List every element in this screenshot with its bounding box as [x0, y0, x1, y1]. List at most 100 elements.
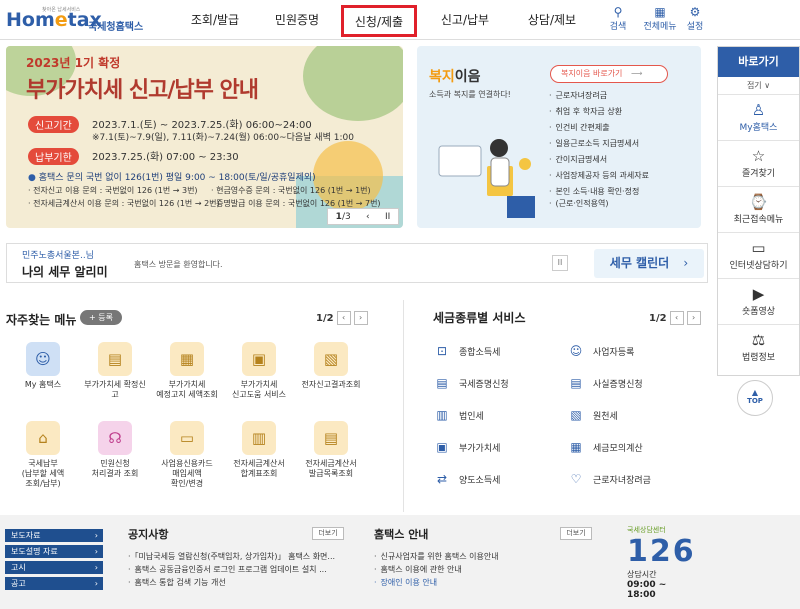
- welfare-subtitle: 소득과 복지를 연결하다!: [429, 90, 511, 99]
- quick-item-efile-result[interactable]: ▧ 전자신고결과조회: [294, 342, 368, 390]
- sidebar-item-favorites[interactable]: ☆ 즐겨찾기: [718, 141, 799, 187]
- notice-item[interactable]: 「미납국세등 열람신청(주택임차, 상가임차)」 홈택스 화면...: [128, 550, 336, 563]
- welfare-item[interactable]: 근로자녀장려금: [549, 88, 649, 104]
- quick-item-tax-pay[interactable]: ⌂ 국세납부 (납부할 세액 조회/납부): [6, 421, 80, 489]
- tax-pager: 1/2 ‹ ›: [649, 311, 701, 325]
- prev-icon[interactable]: ‹: [669, 311, 684, 325]
- tax-item-vat[interactable]: ▣ 부가가치세: [433, 439, 500, 455]
- card-icon: ▭: [170, 421, 204, 455]
- nav-consult[interactable]: 상담/제보: [517, 0, 587, 40]
- pager-count: 1/3: [335, 211, 351, 222]
- next-icon[interactable]: ›: [686, 311, 701, 325]
- pause-icon[interactable]: II: [552, 255, 568, 271]
- tax-calendar-button[interactable]: 세무 캘린더 ›: [594, 249, 704, 278]
- notices-more-button[interactable]: 더보기: [312, 527, 344, 540]
- sidebar-item-recent[interactable]: ⌚ 최근접속메뉴: [718, 187, 799, 233]
- sidebar-item-my-hometax[interactable]: ♙ My홈택스: [718, 95, 799, 141]
- all-menu-button[interactable]: ▦ 전체메뉴: [640, 5, 680, 32]
- palm-decoration: [303, 46, 403, 121]
- vat-banner[interactable]: 2023년 1기 확정 부가가치세 신고/납부 안내 신고기간 2023.7.1…: [6, 46, 403, 228]
- tax-item-corporate[interactable]: ▥ 법인세: [433, 407, 484, 423]
- due-line: 2023.7.25.(화) 07:00 ~ 23:30: [92, 152, 239, 163]
- footer-link-announce[interactable]: 공고: [5, 577, 103, 590]
- tax-item-income[interactable]: ⊡ 종합소득세: [433, 343, 500, 359]
- footer-link-notice[interactable]: 고시: [5, 561, 103, 574]
- welfare-item[interactable]: 인건비 간편제출: [549, 120, 649, 136]
- prev-icon[interactable]: ‹: [336, 311, 351, 325]
- fold-button[interactable]: 접기 ∨: [718, 77, 799, 95]
- welfare-shortcut-button[interactable]: 복지이음 바로가기 ⟶: [550, 65, 668, 83]
- quick-item-einvoice-list[interactable]: ▤ 전자세금계산서 발급목록조회: [294, 421, 368, 479]
- guide-item[interactable]: 장애인 이용 안내: [374, 576, 499, 589]
- welfare-item[interactable]: 취업 후 학자금 상환: [549, 104, 649, 120]
- help-receipt: · 현금영수증 문의 : 국번없이 126 (1번 → 1번): [211, 186, 371, 195]
- history-icon: ⌚: [749, 193, 768, 211]
- quick-item-vat-notice[interactable]: ▦ 부가가치세 예정고지 세액조회: [150, 342, 224, 400]
- sidebar-item-shorts[interactable]: ▶ 숏폼영상: [718, 279, 799, 325]
- sidebar-item-consult[interactable]: ▭ 인터넷상담하기: [718, 233, 799, 279]
- tax-item-fact-cert[interactable]: ▤ 사실증명신청: [567, 375, 642, 391]
- section-divider: [403, 300, 404, 512]
- due-pill: 납부기한: [28, 148, 79, 165]
- notice-item[interactable]: 홈택스 공동금융인증서 로그인 프로그램 업데이트 설치 ...: [128, 563, 335, 576]
- document-icon: ▤: [98, 342, 132, 376]
- prev-icon[interactable]: ‹: [366, 212, 370, 222]
- monitor-icon: ▭: [751, 239, 766, 257]
- nav-certificate[interactable]: 민원증명: [262, 0, 332, 40]
- footer-link-press-explain[interactable]: 보도설명 자료: [5, 545, 103, 558]
- settings-button[interactable]: ⚙ 설정: [680, 5, 710, 32]
- gear-icon: ⚙: [689, 5, 701, 19]
- play-icon: ▶: [752, 285, 765, 303]
- notices-list: 「미납국세등 열람신청(주택임차, 상가임차)」 홈택스 화면... 홈택스 공…: [128, 550, 336, 589]
- quick-item-my-hometax[interactable]: ☺ My 홈택스: [6, 342, 80, 390]
- user-icon: ♙: [751, 101, 766, 119]
- quick-page-count: 1/2: [316, 312, 334, 324]
- tax-item-transfer[interactable]: ⇄ 양도소득세: [433, 471, 500, 487]
- quick-item-vat-help[interactable]: ▣ 부가가치세 신고도움 서비스: [222, 342, 296, 400]
- quick-item-einvoice-total[interactable]: ▥ 전자세금계산서 합계표조회: [222, 421, 296, 479]
- register-button[interactable]: + 등록: [80, 310, 122, 325]
- sidebar-item-law[interactable]: ⚖ 법령정보: [718, 325, 799, 371]
- arrow-right-icon: ⟶: [630, 69, 643, 78]
- guide-more-button[interactable]: 더보기: [560, 527, 592, 540]
- bank-icon: ⌂: [26, 421, 60, 455]
- tax-item-withholding[interactable]: ▧ 원천세: [567, 407, 618, 423]
- banner-kicker: 2023년 1기 확정: [26, 56, 121, 70]
- wallet-icon: ⊡: [436, 344, 448, 358]
- tax-alert-title: 나의 세무 알리미: [22, 265, 108, 279]
- welfare-item[interactable]: 간이지급명세서: [549, 152, 649, 168]
- heart-icon: ♡: [570, 472, 582, 486]
- shortcut-sidebar: 바로가기 접기 ∨ ♙ My홈택스 ☆ 즐겨찾기 ⌚ 최근접속메뉴 ▭ 인터넷상담하기 …: [717, 46, 800, 376]
- welfare-item[interactable]: 일용근로소득 지급명세서: [549, 136, 649, 152]
- tax-item-business-reg[interactable]: ☺ 사업자등록: [567, 343, 635, 359]
- tax-services-title: 세금종류별 서비스: [433, 311, 526, 325]
- guide-item[interactable]: 신규사업자를 위한 홈택스 이용안내: [374, 550, 499, 563]
- quick-item-petition[interactable]: ☊ 민원신청 처리결과 조회: [78, 421, 152, 479]
- notice-item[interactable]: 홈택스 통합 검색 기능 개선: [128, 576, 335, 589]
- tax-item-simulation[interactable]: ▦ 세금모의계산: [567, 439, 642, 455]
- welfare-list: 근로자녀장려금 취업 후 학자금 상환 인건비 간편제출 일용근로소득 지급명세…: [549, 88, 649, 212]
- hometax-logo[interactable]: 찾아온 납세서비스 Hometax 국세청홈택스: [6, 6, 146, 34]
- footer-link-press[interactable]: 보도자료: [5, 529, 103, 542]
- guide-item[interactable]: 홈택스 이용에 관한 안내: [374, 563, 499, 576]
- top-header: 찾아온 납세서비스 Hometax 국세청홈택스 조회/발급 민원증명 신청/제…: [0, 0, 800, 40]
- pause-icon[interactable]: II: [385, 212, 390, 222]
- next-icon[interactable]: ›: [353, 311, 368, 325]
- calculator-icon: ▦: [570, 440, 582, 454]
- quick-item-vat-final[interactable]: ▤ 부가가치세 확정신 고: [78, 342, 152, 400]
- nav-inquiry[interactable]: 조회/발급: [180, 0, 250, 40]
- building-icon: ▥: [436, 408, 448, 422]
- period-line: 2023.7.1.(토) ~ 2023.7.25.(화) 06:00~24:00: [92, 120, 312, 131]
- nav-report-pay[interactable]: 신고/납부: [430, 0, 500, 40]
- quick-item-business-card[interactable]: ▭ 사업용신용카드 매입세액 확인/변경: [150, 421, 224, 489]
- user-office[interactable]: 민주노총서울본..님: [22, 248, 94, 261]
- search-button[interactable]: ⚲ 검색: [603, 5, 633, 32]
- user-icon: ☺: [569, 344, 583, 358]
- welfare-item[interactable]: 사업장제공자 등의 과세자료: [549, 168, 649, 184]
- tax-item-certificate[interactable]: ▤ 국세증명신청: [433, 375, 508, 391]
- nav-apply-submit[interactable]: 신청/제출: [341, 5, 417, 37]
- scroll-top-button[interactable]: ▲ TOP: [737, 380, 773, 416]
- tax-item-earned-credit[interactable]: ♡ 근로자녀장려금: [567, 471, 651, 487]
- period-pill: 신고기간: [28, 116, 79, 133]
- call-center: 국세상담센터 126 상담시간 09:00 ~ 18:00: [627, 525, 697, 605]
